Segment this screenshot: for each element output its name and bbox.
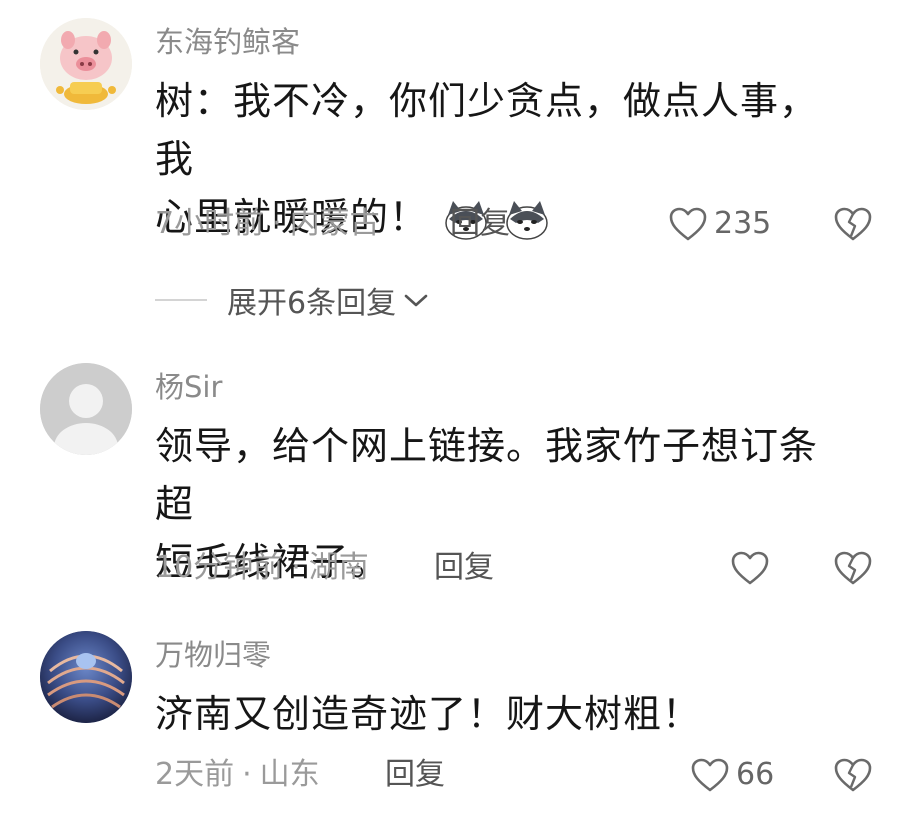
dislike-button[interactable] bbox=[833, 550, 873, 590]
separator: · bbox=[272, 206, 282, 241]
comment-location: 山东 bbox=[259, 757, 320, 792]
comment-location: 湖南 bbox=[308, 550, 369, 585]
broken-heart-icon bbox=[834, 207, 872, 241]
avatar[interactable] bbox=[40, 18, 132, 110]
reply-button[interactable]: 回复 bbox=[434, 548, 494, 588]
comment-meta: 2天前 · 山东 bbox=[155, 755, 320, 795]
dislike-button[interactable] bbox=[833, 757, 873, 797]
expand-replies-label: 展开6条回复 bbox=[227, 286, 397, 321]
heart-icon bbox=[731, 551, 769, 585]
comment-item: 东海钓鲸客 树：我不冷，你们少贪点，做点人事，我 心里就暖暖的！ 7小时前 · … bbox=[0, 0, 915, 340]
username[interactable]: 杨Sir bbox=[155, 369, 222, 405]
comment-item: 杨Sir 领导，给个网上链接。我家竹子想订条超 短毛线裙子。 10分钟前 · 湖南 … bbox=[0, 345, 915, 615]
like-count: 235 bbox=[714, 206, 772, 241]
heart-icon bbox=[691, 758, 729, 792]
separator: · bbox=[291, 550, 301, 585]
separator: · bbox=[242, 757, 252, 792]
username[interactable]: 万物归零 bbox=[155, 637, 271, 673]
comment-time: 2天前 bbox=[155, 757, 235, 792]
pig-avatar-icon bbox=[40, 18, 132, 110]
comment-text-line: 济南又创造奇迹了！财大树粗！ bbox=[155, 692, 702, 736]
divider bbox=[155, 299, 207, 301]
like-button[interactable]: 235 bbox=[668, 204, 771, 244]
expand-replies[interactable]: 展开6条回复 bbox=[155, 278, 430, 322]
chevron-down-icon bbox=[404, 294, 428, 307]
avatar[interactable] bbox=[40, 363, 132, 455]
comment-item: 万物归零 济南又创造奇迹了！财大树粗！ 2天前 · 山东 回复 66 bbox=[0, 615, 915, 816]
reply-button[interactable]: 回复 bbox=[450, 204, 510, 244]
comment-time: 10分钟前 bbox=[155, 550, 284, 585]
avatar[interactable] bbox=[40, 631, 132, 723]
comment-meta: 10分钟前 · 湖南 bbox=[155, 548, 369, 588]
comment-text: 济南又创造奇迹了！财大树粗！ bbox=[155, 685, 855, 743]
comment-meta: 7小时前 · 内蒙古 bbox=[155, 204, 380, 244]
default-user-icon bbox=[40, 363, 132, 455]
comment-location: 内蒙古 bbox=[289, 206, 380, 241]
building-avatar-icon bbox=[40, 631, 132, 723]
like-button[interactable] bbox=[730, 550, 770, 586]
broken-heart-icon bbox=[834, 551, 872, 585]
comment-text-line: 树：我不冷，你们少贪点，做点人事，我 bbox=[155, 79, 819, 181]
username[interactable]: 东海钓鲸客 bbox=[155, 24, 300, 60]
dislike-button[interactable] bbox=[833, 206, 873, 246]
reply-button[interactable]: 回复 bbox=[385, 755, 445, 795]
comment-time: 7小时前 bbox=[155, 206, 265, 241]
husky-emoji-icon bbox=[506, 200, 548, 240]
like-button[interactable]: 66 bbox=[690, 755, 774, 795]
broken-heart-icon bbox=[834, 758, 872, 792]
comment-text-line: 领导，给个网上链接。我家竹子想订条超 bbox=[155, 424, 819, 526]
heart-icon bbox=[669, 207, 707, 241]
like-count: 66 bbox=[736, 757, 775, 792]
